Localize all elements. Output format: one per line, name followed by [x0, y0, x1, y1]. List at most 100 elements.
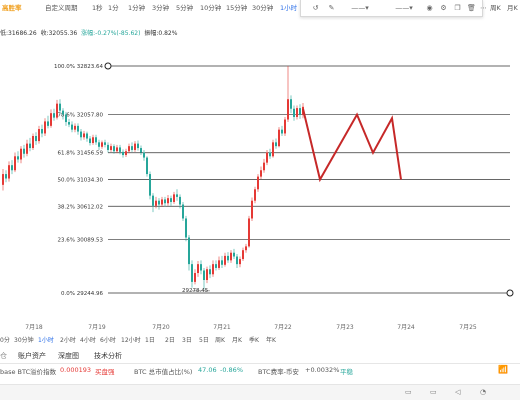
- candle-body: [125, 151, 127, 156]
- candle-body: [8, 165, 10, 179]
- interval-30m[interactable]: 30分钟: [14, 335, 34, 344]
- candle-body: [17, 156, 19, 160]
- tab-10m[interactable]: 10分钟: [200, 2, 221, 12]
- tab-1s[interactable]: 1秒: [92, 2, 103, 12]
- interval-shortcuts: 0分 30分钟 1小时 2小时 4小时 6小时 12小时 1日 2日 3日 5日…: [0, 335, 520, 345]
- tab-3m[interactable]: 3分钟: [152, 2, 169, 12]
- interval-quarter[interactable]: 季K: [249, 335, 259, 344]
- candle-body: [158, 200, 160, 205]
- candle-body: [224, 255, 226, 265]
- candle-body: [35, 136, 37, 142]
- fib-anchor-bottom: [506, 289, 514, 297]
- candle-body: [257, 176, 259, 190]
- candle-body: [176, 194, 178, 197]
- interval-12h[interactable]: 12小时: [121, 335, 141, 344]
- screen-icon[interactable]: ▭: [430, 388, 437, 396]
- candle-body: [275, 142, 277, 147]
- interval-2h[interactable]: 2小时: [60, 335, 76, 344]
- candle-body: [197, 264, 199, 274]
- candle-body: [191, 264, 193, 282]
- candle-body: [128, 146, 130, 152]
- interval-6h[interactable]: 6小时: [100, 335, 116, 344]
- candle-body: [281, 129, 283, 134]
- candle-body: [134, 143, 136, 150]
- tab-technical-analysis[interactable]: 技术分析: [94, 351, 122, 361]
- candle-body: [140, 148, 142, 153]
- line-style-icon[interactable]: ——▾: [347, 4, 373, 13]
- candle-body: [26, 143, 28, 154]
- candle-body: [131, 146, 133, 150]
- candle-body: [122, 151, 124, 156]
- candle-body: [56, 103, 58, 118]
- lock-icon[interactable]: ▭: [405, 388, 412, 396]
- interval-year[interactable]: 年K: [266, 335, 276, 344]
- info-close: 收:32055.36: [40, 30, 78, 37]
- tab-1h[interactable]: 1小时: [280, 2, 297, 12]
- tab-month[interactable]: 月K: [507, 2, 518, 12]
- candle-body: [11, 165, 13, 171]
- tab-account-assets[interactable]: 账户资产: [18, 351, 46, 361]
- candle-body: [254, 189, 256, 201]
- pen-icon[interactable]: ✎: [327, 4, 336, 13]
- candle-body: [239, 259, 241, 265]
- kline-chart[interactable]: 100.0% 32823.64 78.6% 32057.80 61.8% 31456…: [0, 0, 520, 345]
- candle-body: [296, 108, 298, 117]
- candle-body: [83, 133, 85, 138]
- interval-week[interactable]: 周K: [215, 335, 225, 344]
- interval-0[interactable]: 0分: [0, 335, 10, 344]
- candle-body: [221, 260, 223, 265]
- interval-month[interactable]: 月K: [232, 335, 242, 344]
- volume-icon[interactable]: ◁: [455, 388, 460, 396]
- eye-icon[interactable]: ◉: [425, 4, 434, 13]
- delete-icon[interactable]: 🗑: [467, 4, 476, 13]
- interval-5d[interactable]: 5日: [199, 335, 209, 344]
- candle-body: [278, 129, 280, 147]
- line-width-icon[interactable]: ——▾: [391, 4, 417, 13]
- date-label: 7月25: [459, 324, 477, 331]
- date-label: 7月23: [336, 324, 354, 331]
- settings-icon[interactable]: ⚙: [439, 4, 448, 13]
- bell-icon[interactable]: ◔: [480, 388, 486, 396]
- candle-body: [167, 198, 169, 204]
- candle-body: [170, 198, 172, 202]
- interval-4h[interactable]: 4小时: [80, 335, 96, 344]
- candle-body: [116, 147, 118, 152]
- candle-body: [65, 114, 67, 123]
- undo-icon[interactable]: ↺: [311, 4, 320, 13]
- candle-body: [143, 152, 145, 158]
- interval-3d[interactable]: 3日: [182, 335, 192, 344]
- date-label: 7月21: [213, 324, 231, 331]
- interval-2d[interactable]: 2日: [165, 335, 175, 344]
- candle-body: [59, 103, 61, 111]
- divider: [0, 363, 520, 364]
- interval-1d[interactable]: 1日: [145, 335, 155, 344]
- tab-custom-period[interactable]: 自定义周期: [45, 2, 78, 12]
- candle-body: [287, 99, 289, 120]
- interval-1h[interactable]: 1小时: [38, 335, 54, 344]
- fib-label: 0.0% 29244.96: [61, 291, 103, 297]
- tab-1m-short[interactable]: 1分: [108, 2, 119, 12]
- copy-icon[interactable]: ❐: [453, 4, 462, 13]
- wifi-icon: 📶: [498, 365, 508, 374]
- more-icon[interactable]: ⋯: [479, 4, 488, 13]
- tab-5m[interactable]: 5分钟: [176, 2, 193, 12]
- panel-tabs: 仓 账户资产 深度图 技术分析: [0, 349, 520, 362]
- ticker-dominance-value: 47.06: [198, 366, 217, 374]
- candle-body: [188, 237, 190, 265]
- tab-30m[interactable]: 30分钟: [252, 2, 273, 12]
- candle-body: [23, 148, 25, 154]
- candle-body: [107, 144, 109, 150]
- tab-week[interactable]: 周K: [490, 2, 501, 12]
- tab-15m[interactable]: 15分钟: [226, 2, 247, 12]
- tab-1m[interactable]: 1分钟: [128, 2, 145, 12]
- candle-body: [146, 157, 148, 175]
- date-label: 7月22: [274, 324, 292, 331]
- ohlc-info: 低:31686.26 收:32055.36 涨幅:-0.27%(-85.62) …: [0, 28, 179, 37]
- candle-body: [104, 142, 106, 145]
- candle-body: [77, 125, 79, 132]
- candle-body: [179, 196, 181, 205]
- candle-body: [95, 137, 97, 143]
- candle-body: [74, 125, 76, 130]
- info-change: 涨幅:-0.27%(-85.62): [81, 30, 141, 37]
- tab-depth-chart[interactable]: 深度图: [58, 351, 79, 361]
